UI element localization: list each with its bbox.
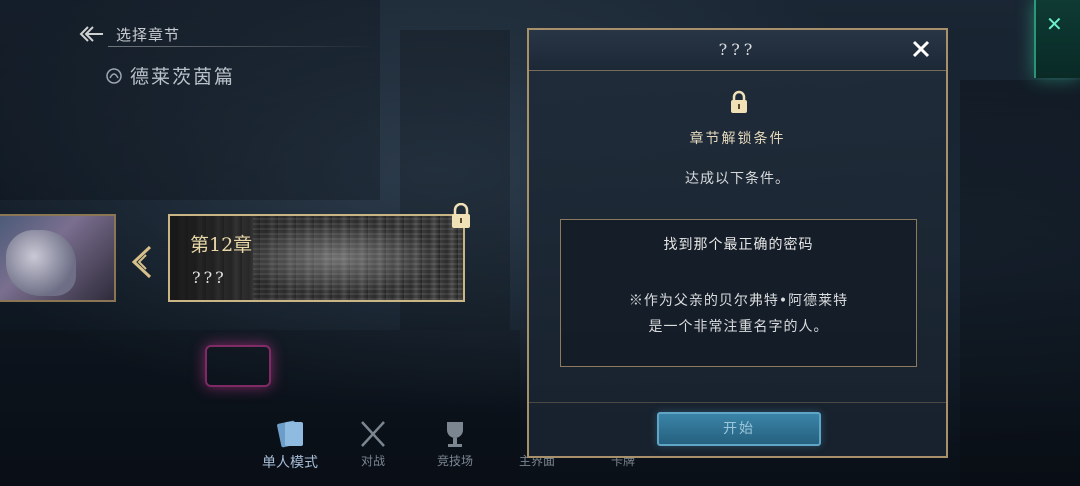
chapter-lock-dialog: ??? 章节解锁条件 达成以下条件。 找到那个最正确的密码 ※作为父亲的贝尔弗特… <box>527 28 948 458</box>
neon-sign <box>205 345 271 387</box>
close-icon[interactable] <box>910 38 932 60</box>
dialog-header: ??? <box>529 30 946 71</box>
chapter-number: 第12章 <box>190 234 253 256</box>
unlock-condition-subtitle: 达成以下条件。 <box>685 171 790 187</box>
trophy-icon <box>438 418 472 450</box>
chapter-card[interactable]: 第12章 ??? <box>168 214 465 302</box>
section-title: 德莱茨茵篇 <box>130 66 236 88</box>
condition-hint-line1: ※作为父亲的贝尔弗特•阿德莱特 <box>628 293 849 309</box>
header-divider <box>108 46 378 47</box>
emblem-icon <box>104 66 124 86</box>
crossed-swords-icon <box>356 418 390 450</box>
nav-item-solo[interactable]: 单人模式 <box>250 418 330 472</box>
chevron-left-icon[interactable] <box>128 244 158 280</box>
back-label: 选择章节 <box>116 25 181 44</box>
dialog-footer-divider <box>529 402 946 403</box>
nav-item-arena[interactable]: 竞技场 <box>430 418 480 469</box>
previous-chapter-card[interactable] <box>0 214 116 302</box>
start-button[interactable]: 开始 <box>657 412 821 446</box>
chapter-art <box>253 216 463 300</box>
dialog-title: ??? <box>718 40 757 59</box>
chapter-name: ??? <box>192 268 227 287</box>
lock-icon <box>728 90 750 114</box>
condition-title: 找到那个最正确的密码 <box>663 237 814 253</box>
condition-hint-line2: 是一个非常注重名字的人。 <box>648 319 829 335</box>
cards-icon <box>273 418 307 450</box>
nav-item-battle[interactable]: 对战 <box>348 418 398 469</box>
back-button[interactable]: 选择章节 <box>78 22 180 46</box>
section-heading: 德莱茨茵篇 <box>104 62 235 89</box>
neon-sign-green: ✕ <box>1034 0 1080 78</box>
lock-icon <box>449 202 473 229</box>
condition-box: 找到那个最正确的密码 ※作为父亲的贝尔弗特•阿德莱特 是一个非常注重名字的人。 <box>560 219 917 367</box>
unlock-condition-title: 章节解锁条件 <box>689 131 786 147</box>
back-arrow-icon <box>78 25 104 43</box>
